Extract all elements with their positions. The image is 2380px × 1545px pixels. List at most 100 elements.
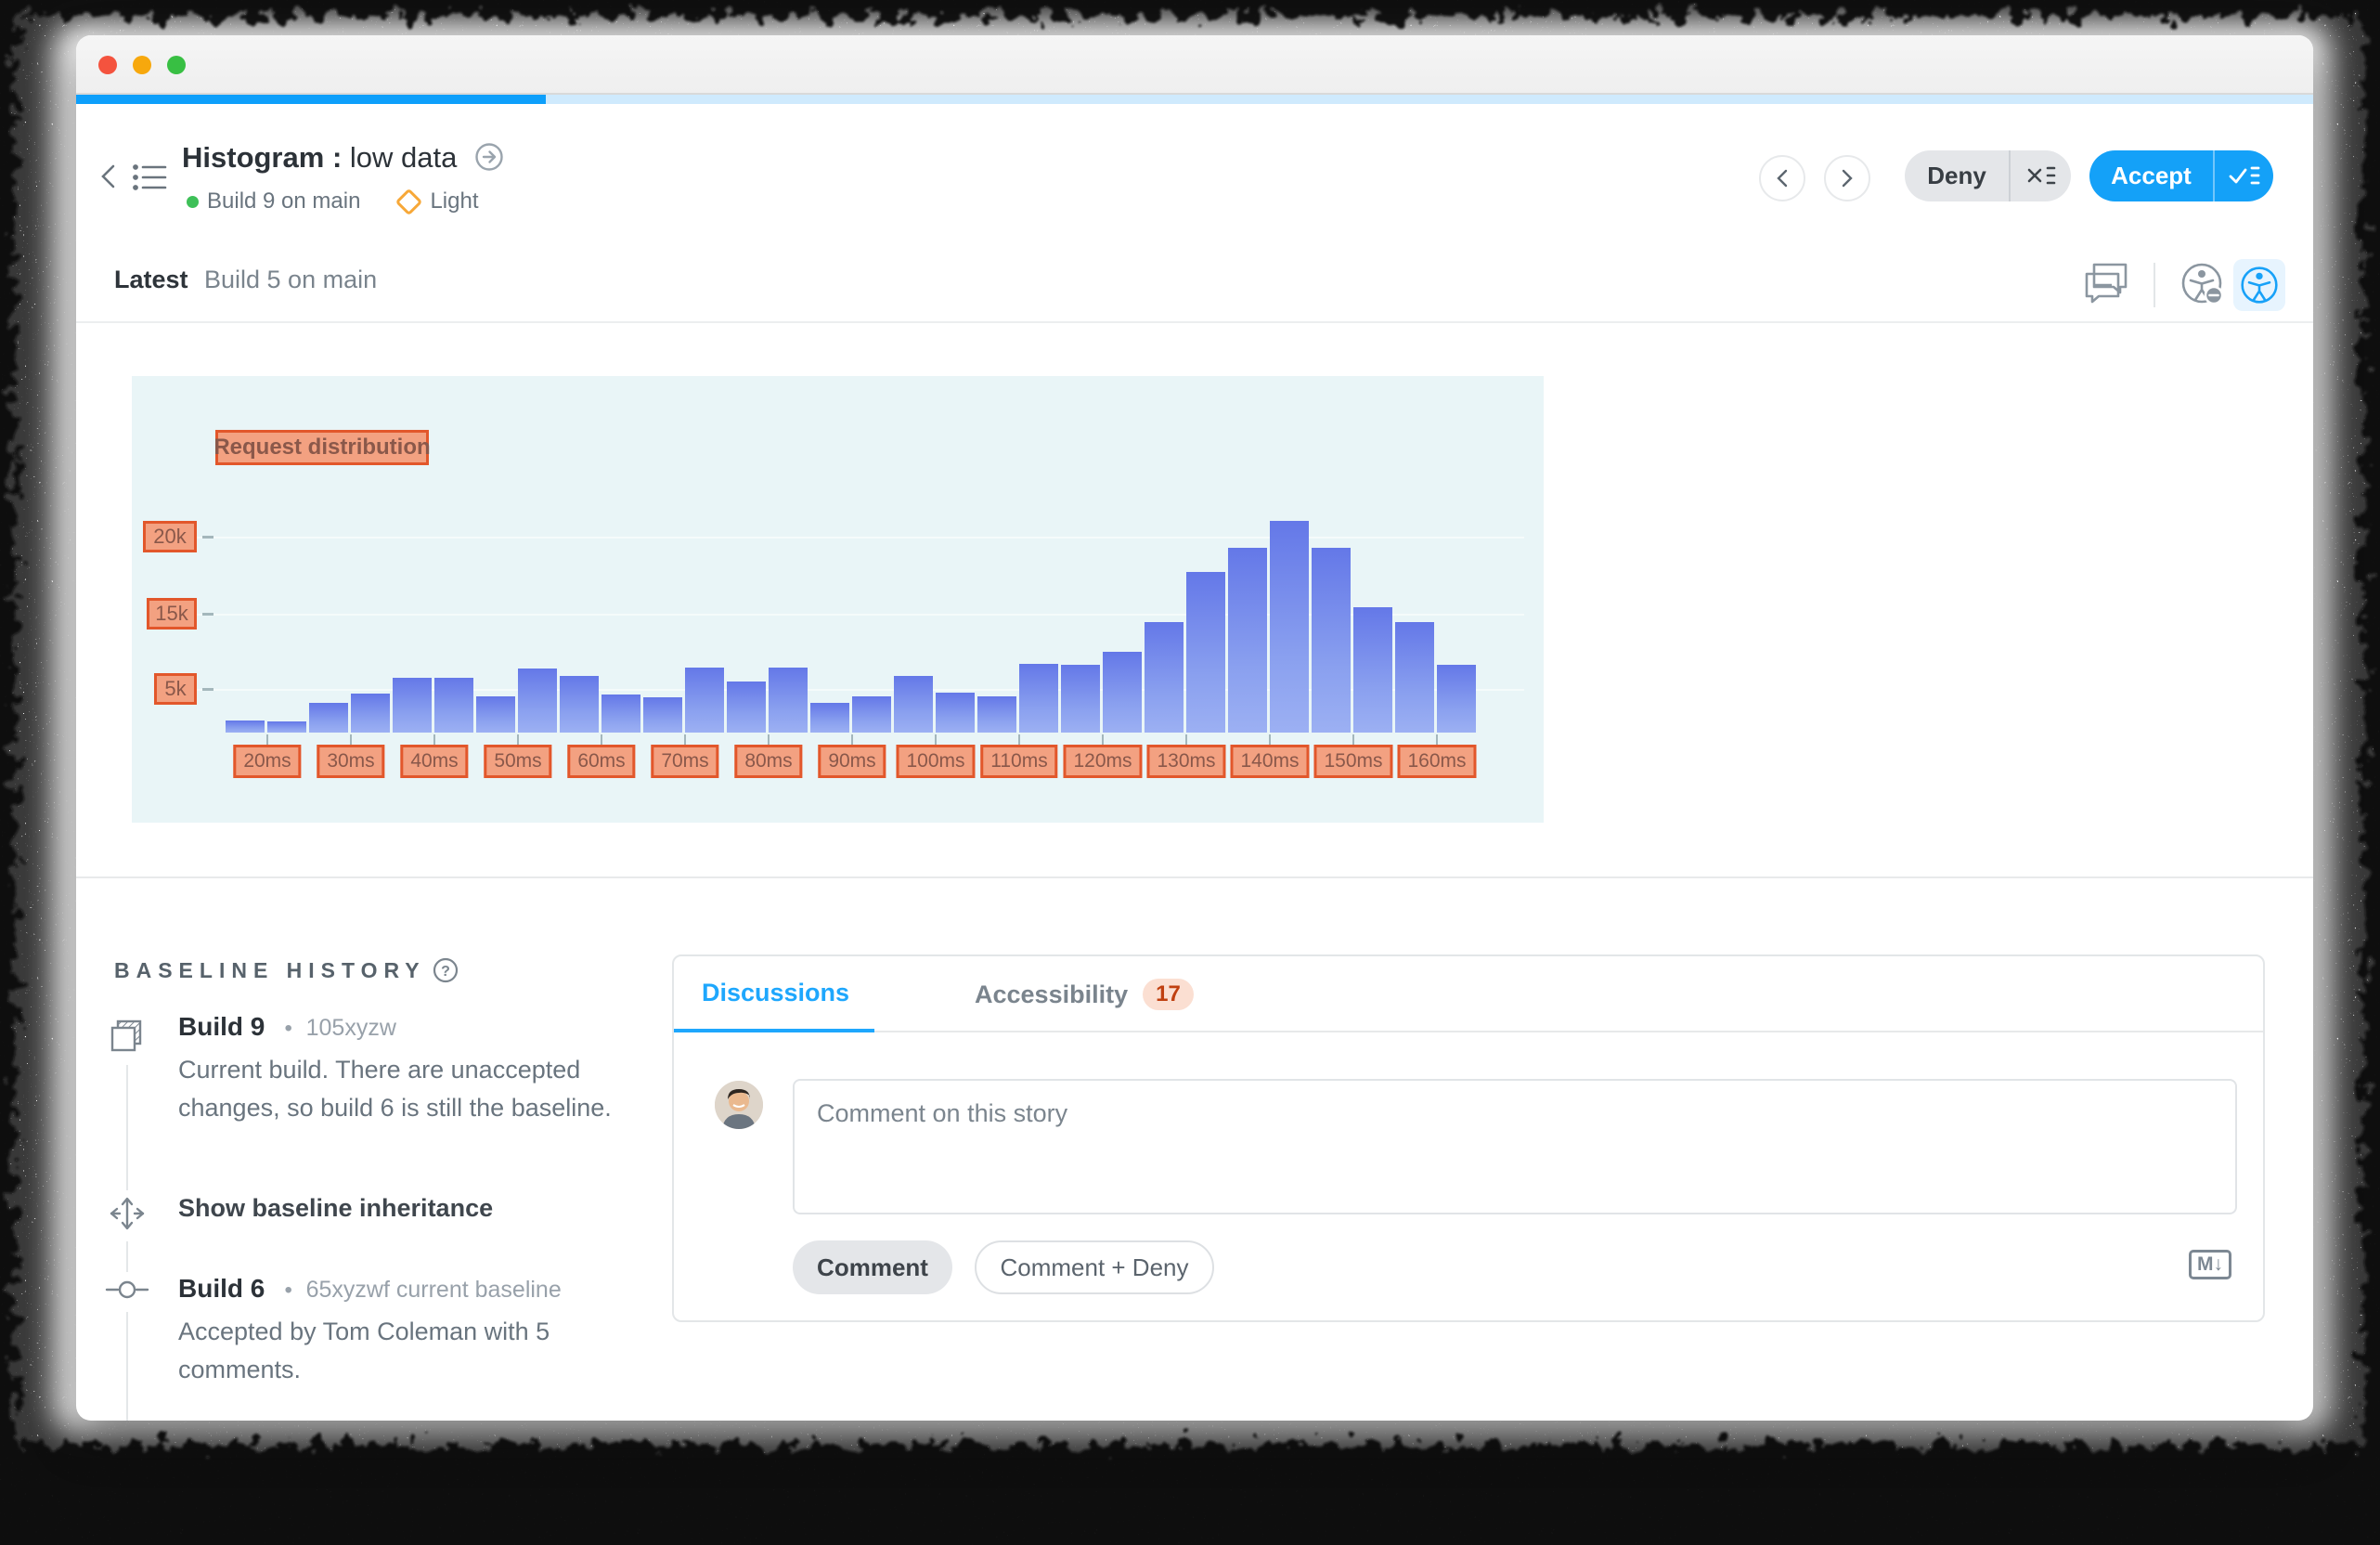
histogram-bar [1103,652,1142,733]
build-name: Build 9 [178,1012,265,1041]
timeline-line [126,1064,128,1421]
histogram-bar [560,676,599,733]
component-name: Histogram [182,141,324,174]
page-title: Histogram : low data [182,141,504,175]
latest-label: Latest [114,266,188,294]
deny-button[interactable]: Deny [1905,150,2011,201]
y-axis-label: 5k [154,673,197,705]
show-baseline-inheritance-link[interactable]: Show baseline inheritance [178,1194,493,1223]
title-separator: : [332,141,342,174]
accept-button[interactable]: Accept [2089,150,2215,201]
toolbar-divider [2154,263,2155,307]
build-progress-bar [76,95,2313,104]
story-snapshot[interactable]: Request distribution 20k 15k 5k 20ms 30ms 40… [132,376,1544,823]
histogram-bar [769,668,808,733]
comment-input[interactable] [793,1079,2237,1214]
tab-accessibility[interactable]: Accessibility 17 [975,979,1194,1010]
histogram-bar [1437,665,1476,733]
build-entry-title: Build 9 • 105xyzw [178,1012,396,1042]
build-status-text: Build 9 on main [207,188,360,214]
go-to-story-icon[interactable] [474,142,504,172]
build-entry-body: Current build. There are unaccepted chan… [178,1051,628,1127]
build-baseline-meta: 65xyzwf current baseline [306,1277,562,1303]
bullet-separator: • [284,1278,291,1303]
histogram-bar [1353,607,1392,733]
accessibility-off-icon[interactable] [2180,261,2224,310]
deny-split-button: Deny [1905,150,2071,201]
screenshot-page: Histogram : low data Build 9 on main Lig… [0,0,2380,1545]
y-tick-mark [202,613,213,616]
build-progress-fill [76,95,546,104]
window-titlebar [76,35,2313,95]
tab-discussions[interactable]: Discussions [702,979,849,1007]
x-axis-label: 90ms [818,745,886,778]
chart-title: Request distribution [215,430,429,465]
x-axis-label: 50ms [484,745,551,778]
back-chevron-icon[interactable] [97,162,121,196]
snapshot-diff-icon [107,1012,148,1065]
build-name: Build 6 [178,1274,265,1303]
histogram-bar [894,676,933,733]
histogram-bar [727,682,766,733]
histogram-bar [1019,664,1058,733]
histogram-bar [1270,521,1309,733]
tab-bar: Discussions Accessibility 17 [674,956,2263,1032]
deny-all-icon[interactable] [2011,150,2071,201]
build-entry-title: Build 6 • 65xyzwf current baseline [178,1274,562,1304]
tab-label: Accessibility [975,980,1128,1009]
latest-build-text: Build 5 on main [204,266,377,294]
zoom-button[interactable] [167,56,186,74]
accept-all-icon[interactable] [2215,150,2273,201]
y-axis-label: 20k [143,521,197,552]
x-axis-label: 120ms [1063,745,1142,778]
next-story-button[interactable] [1824,155,1870,201]
comment-deny-button[interactable]: Comment + Deny [975,1240,1214,1294]
histogram-bar [1186,572,1225,733]
histogram-bar [267,721,306,733]
latest-build-row: Latest Build 5 on main [76,243,2313,323]
x-axis-label: 40ms [400,745,468,778]
accept-split-button: Accept [2089,150,2273,201]
histogram-bar [1312,548,1351,733]
y-axis-label: 15k [147,598,197,630]
x-axis-label: 70ms [651,745,718,778]
histogram-bar [351,694,390,733]
histogram-bar [1061,665,1100,733]
y-tick-mark [202,688,213,691]
svg-text:?: ? [441,964,450,980]
comment-button[interactable]: Comment [793,1240,952,1294]
x-axis-label: 30ms [317,745,384,778]
build-entry-body: Accepted by Tom Coleman with 5 comments. [178,1313,605,1389]
close-button[interactable] [98,56,117,74]
help-icon[interactable]: ? [432,956,459,984]
tab-label: Discussions [702,979,849,1007]
x-axis-label: 100ms [896,745,975,778]
histogram-bar [936,693,975,733]
commit-icon [104,1272,150,1312]
histogram-bar [393,678,432,733]
accessibility-on-icon[interactable] [2233,259,2285,311]
histogram-bar [601,695,640,733]
x-axis-label: 80ms [734,745,802,778]
prev-story-button[interactable] [1759,155,1805,201]
comments-icon[interactable] [2081,261,2129,310]
histogram-bar [476,696,515,733]
app-window: Histogram : low data Build 9 on main Lig… [76,35,2313,1421]
story-name: low data [350,141,457,174]
histogram-bar [643,697,682,733]
y-tick-mark [202,536,213,539]
histogram-bar [1145,622,1184,733]
x-axis-label: 110ms [980,745,1057,778]
x-axis-label: 140ms [1230,745,1309,778]
baseline-history-heading: BASELINE HISTORY ? [114,956,459,984]
markdown-icon[interactable]: M↓ [2189,1250,2231,1279]
build-status-dot [187,196,199,208]
theme-label: Light [430,188,478,214]
baseline-history-title: BASELINE HISTORY [114,958,426,983]
sidebar-list-icon[interactable] [132,163,169,196]
build-hash: 105xyzw [306,1015,396,1041]
x-axis-label: 20ms [233,745,301,778]
x-axis-label: 60ms [567,745,635,778]
x-axis-label: 160ms [1397,745,1476,778]
minimize-button[interactable] [133,56,151,74]
